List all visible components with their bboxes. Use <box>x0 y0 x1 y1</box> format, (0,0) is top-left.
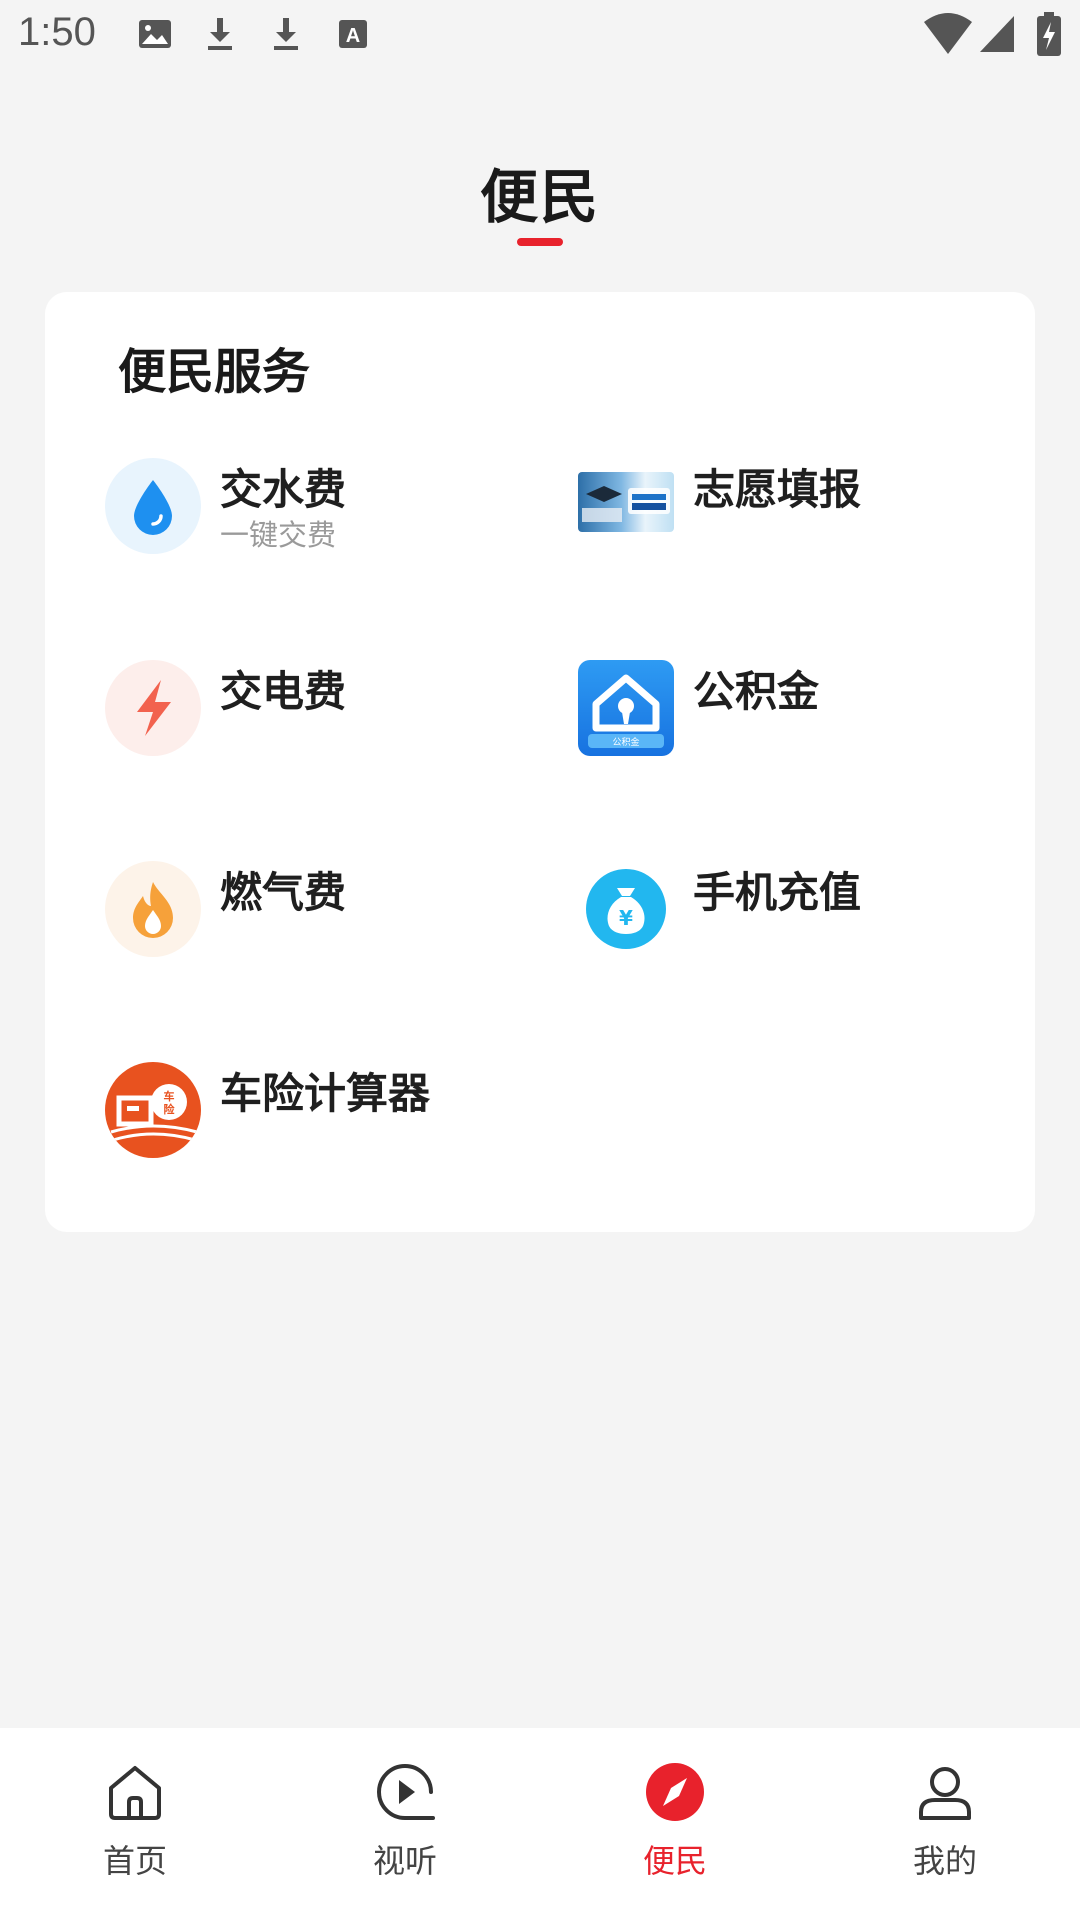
nav-label: 首页 <box>102 1842 167 1880</box>
service-label: 燃气费 <box>220 868 347 917</box>
service-phone-recharge[interactable]: ¥ 手机充值 <box>578 855 1018 965</box>
page-title: 便民 <box>479 163 600 231</box>
service-label: 公积金 <box>693 667 820 716</box>
service-housing-fund[interactable]: 公积金 公积金 <box>578 654 1018 764</box>
water-drop-icon <box>105 458 201 554</box>
housing-fund-icon: 公积金 <box>578 660 674 756</box>
nav-item-mine[interactable]: 我的 <box>810 1728 1080 1920</box>
service-label: 手机充值 <box>693 868 862 917</box>
service-label: 交电费 <box>220 667 347 716</box>
home-icon <box>109 1766 161 1820</box>
svg-text:车: 车 <box>164 1089 175 1103</box>
car-insurance-icon: 车 险 <box>105 1062 201 1158</box>
title-underline <box>517 238 563 246</box>
nav-item-audiovisual[interactable]: 视听 <box>270 1728 540 1920</box>
user-icon <box>919 1767 971 1820</box>
svg-text:公积金: 公积金 <box>612 736 639 748</box>
service-label: 志愿填报 <box>693 465 862 514</box>
service-electricity-bill[interactable]: 交电费 <box>105 654 545 764</box>
service-car-insurance-calculator[interactable]: 车 险 车险计算器 <box>105 1056 545 1166</box>
service-label: 交水费 <box>220 465 347 514</box>
nav-label: 我的 <box>912 1842 977 1880</box>
download-icon <box>274 18 298 50</box>
wifi-icon <box>924 13 972 54</box>
nav-label: 便民 <box>642 1842 707 1880</box>
svg-text:¥: ¥ <box>619 906 633 930</box>
nav-label: 视听 <box>372 1842 437 1880</box>
flame-icon <box>105 861 201 957</box>
play-icon <box>377 1764 435 1820</box>
service-water-bill[interactable]: 交水费 一键交费 <box>105 452 545 562</box>
image-icon <box>139 20 171 48</box>
college-application-banner-icon <box>578 472 674 532</box>
compass-icon <box>646 1763 704 1821</box>
download-icon <box>208 18 232 50</box>
service-label: 车险计算器 <box>220 1069 431 1118</box>
status-bar: 1:50 A <box>0 0 1080 72</box>
battery-charging-icon <box>1037 12 1061 56</box>
signal-icon <box>980 16 1014 52</box>
nav-item-convenience[interactable]: 便民 <box>540 1728 810 1920</box>
service-gas-bill[interactable]: 燃气费 <box>105 855 545 965</box>
service-subtitle: 一键交费 <box>220 518 337 552</box>
service-college-application[interactable]: 志愿填报 <box>578 452 1018 562</box>
status-time: 1:50 <box>18 10 96 54</box>
bottom-nav: 首页 视听 便民 我的 <box>0 1728 1080 1920</box>
font-icon: A <box>339 20 367 48</box>
money-bag-icon: ¥ <box>578 861 674 957</box>
lightning-icon <box>105 660 201 756</box>
card-title: 便民服务 <box>118 344 311 400</box>
convenience-services-card: 便民服务 交水费 一键交费 志愿填报 交电费 公积金 公积金 燃气费 ¥ 手机充… <box>45 292 1035 1232</box>
svg-text:A: A <box>346 25 360 47</box>
svg-text:险: 险 <box>164 1102 176 1116</box>
nav-item-home[interactable]: 首页 <box>0 1728 270 1920</box>
